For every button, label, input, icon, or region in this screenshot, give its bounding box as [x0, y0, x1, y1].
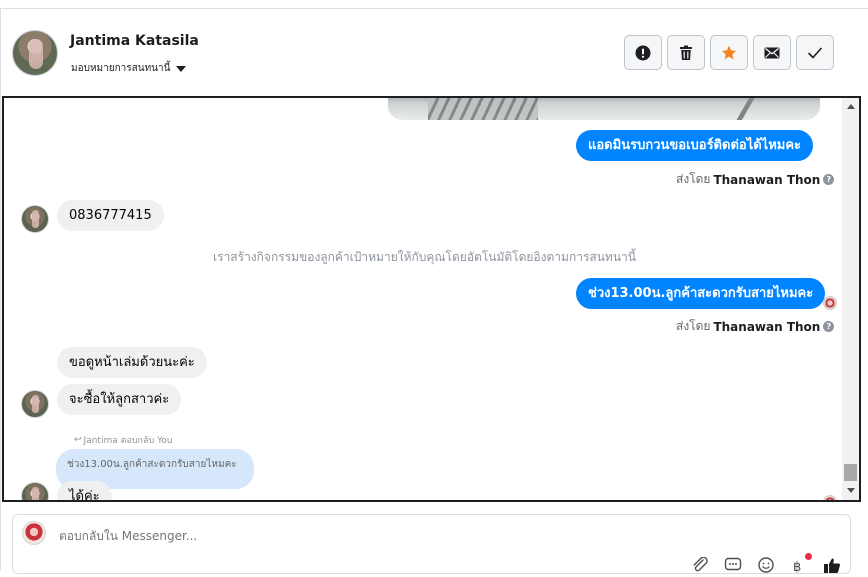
- outgoing-message[interactable]: แอดมินรบกวนขอเบอร์ติดต่อได้ไหมคะ: [576, 130, 814, 161]
- contact-avatar-small[interactable]: [21, 205, 49, 233]
- incoming-message[interactable]: ได้ค่ะ: [57, 481, 112, 500]
- sent-by-name: Thanawan Thon: [713, 319, 821, 334]
- sent-by-label: ส่งโดย Thanawan Thon ?: [676, 317, 835, 336]
- report-button[interactable]: [624, 35, 662, 70]
- checkmark-icon: [808, 47, 822, 58]
- reply-indicator-text: Jantima ตอบกลับ You: [83, 436, 173, 446]
- sent-by-prefix: ส่งโดย: [676, 172, 711, 186]
- scroll-down-arrow-icon[interactable]: [847, 488, 855, 493]
- exclamation-circle-icon: [635, 45, 651, 60]
- contact-avatar-small[interactable]: [21, 482, 49, 500]
- svg-text:฿: ฿: [793, 560, 801, 573]
- star-icon: [721, 45, 737, 59]
- seen-avatar: [823, 495, 837, 500]
- incoming-message[interactable]: 0836777415: [57, 200, 164, 231]
- incoming-message[interactable]: จะซื้อให้ลูกสาวค่ะ: [57, 384, 182, 415]
- reply-arrow-icon: ↩: [74, 435, 82, 445]
- reply-input[interactable]: [59, 529, 659, 543]
- reply-composer: ฿: [12, 514, 851, 575]
- assign-conversation-dropdown[interactable]: มอบหมายการสนทนานี้: [71, 61, 187, 76]
- incoming-message[interactable]: ขอดูหน้าเล่มด้วยนะค่ะ: [57, 347, 207, 378]
- caret-down-icon: [176, 65, 187, 72]
- sent-by-label: ส่งโดย Thanawan Thon ?: [676, 170, 835, 189]
- system-note: เราสร้างกิจกรรมของลูกค้าเป้าหมายให้กับคุ…: [213, 250, 636, 264]
- mark-unread-button[interactable]: [753, 35, 791, 70]
- conversation-header: Jantima Katasila มอบหมายการสนทนานี้: [0, 9, 862, 97]
- delete-button[interactable]: [667, 35, 705, 70]
- outgoing-message[interactable]: ช่วง13.00น.ลูกค้าสะดวกรับสายไหมคะ: [576, 278, 826, 309]
- scrollbar-thumb[interactable]: [844, 464, 857, 481]
- reply-indicator: ↩ Jantima ตอบกลับ You: [74, 433, 173, 447]
- page-avatar: [22, 521, 46, 545]
- contact-avatar[interactable]: [12, 30, 58, 76]
- sent-by-name: Thanawan Thon: [713, 172, 821, 187]
- message-thread[interactable]: แอดมินรบกวนขอเบอร์ติดต่อได้ไหมคะ ส่งโดย …: [2, 96, 861, 502]
- scroll-up-arrow-icon[interactable]: [847, 104, 855, 109]
- help-icon[interactable]: ?: [823, 321, 835, 332]
- contact-name[interactable]: Jantima Katasila: [70, 33, 199, 49]
- notification-dot: [805, 553, 812, 560]
- seen-avatar: [823, 296, 837, 310]
- sent-by-prefix: ส่งโดย: [676, 319, 711, 333]
- star-button[interactable]: [710, 35, 748, 70]
- envelope-icon: [764, 47, 780, 58]
- trash-icon: [680, 45, 692, 60]
- contact-avatar-small[interactable]: [21, 390, 49, 418]
- shared-image-attachment[interactable]: [388, 98, 820, 120]
- conversation-panel: Jantima Katasila มอบหมายการสนทนานี้ แอดม…: [0, 0, 868, 575]
- mark-done-button[interactable]: [796, 35, 834, 70]
- help-icon[interactable]: ?: [823, 174, 835, 185]
- header-actions: [624, 35, 834, 70]
- assign-conversation-label: มอบหมายการสนทนานี้: [71, 63, 171, 74]
- scrollbar[interactable]: [842, 98, 859, 500]
